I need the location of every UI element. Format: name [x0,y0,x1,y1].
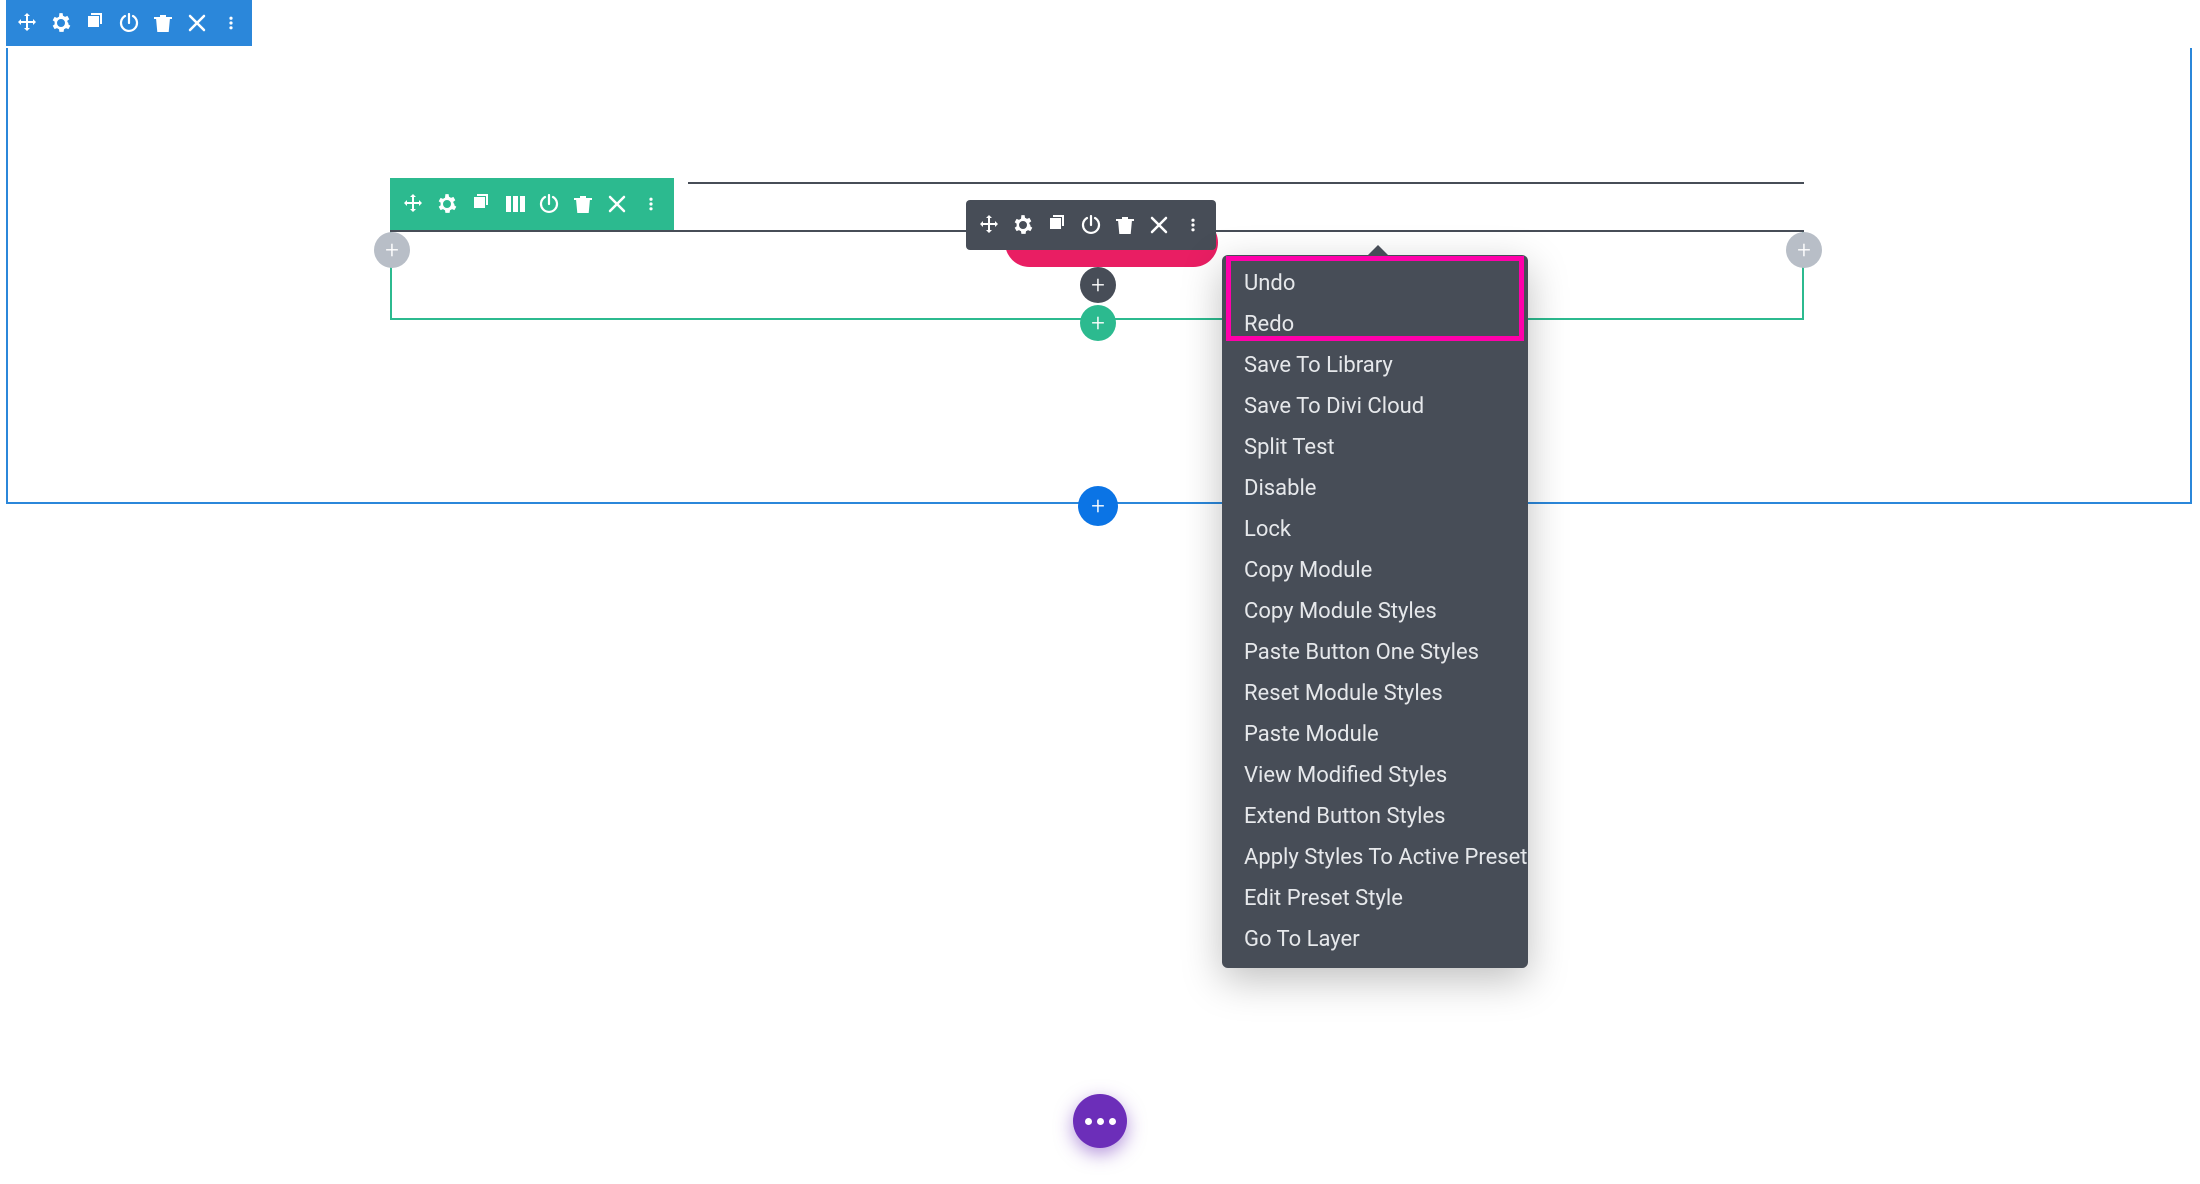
trash-icon[interactable] [148,8,178,38]
menu-item-extend-button-styles[interactable]: Extend Button Styles [1222,796,1528,837]
menu-item-apply-styles-active-preset[interactable]: Apply Styles To Active Preset [1222,837,1528,878]
power-icon[interactable] [1076,210,1106,240]
power-icon[interactable] [534,189,564,219]
add-row-button[interactable]: + [1080,305,1116,341]
menu-item-split-test[interactable]: Split Test [1222,427,1528,468]
gear-icon[interactable] [46,8,76,38]
menu-item-go-to-layer[interactable]: Go To Layer [1222,919,1528,960]
menu-item-undo[interactable]: Undo [1222,263,1528,304]
duplicate-icon[interactable] [80,8,110,38]
dots-horizontal-icon [1085,1118,1092,1125]
trash-icon[interactable] [568,189,598,219]
module-toolbar [966,200,1216,250]
duplicate-icon[interactable] [466,189,496,219]
move-icon[interactable] [974,210,1004,240]
menu-item-reset-module-styles[interactable]: Reset Module Styles [1222,673,1528,714]
more-vertical-icon[interactable] [1178,210,1208,240]
move-icon[interactable] [12,8,42,38]
plus-icon: + [1091,311,1105,335]
close-icon[interactable] [1144,210,1174,240]
move-icon[interactable] [398,189,428,219]
plus-icon: + [1797,238,1811,262]
plus-icon: + [385,238,399,262]
gear-icon[interactable] [432,189,462,219]
dots-horizontal-icon [1097,1118,1104,1125]
menu-item-paste-button-one-styles[interactable]: Paste Button One Styles [1222,632,1528,673]
add-module-button[interactable]: + [1080,267,1116,303]
plus-icon: + [1091,494,1105,518]
dots-horizontal-icon [1109,1118,1116,1125]
menu-item-disable[interactable]: Disable [1222,468,1528,509]
menu-item-save-library[interactable]: Save To Library [1222,345,1528,386]
columns-icon[interactable] [500,189,530,219]
more-vertical-icon[interactable] [636,189,666,219]
menu-item-paste-module[interactable]: Paste Module [1222,714,1528,755]
plus-icon: + [1091,273,1105,297]
module-context-menu: Undo Redo Save To Library Save To Divi C… [1222,255,1528,968]
menu-item-view-modified-styles[interactable]: View Modified Styles [1222,755,1528,796]
add-section-button[interactable]: + [1078,486,1118,526]
close-icon[interactable] [182,8,212,38]
row-border-top [688,182,1804,184]
more-vertical-icon[interactable] [216,8,246,38]
section-toolbar [6,0,252,46]
add-column-right-button[interactable]: + [1786,232,1822,268]
trash-icon[interactable] [1110,210,1140,240]
menu-item-lock[interactable]: Lock [1222,509,1528,550]
power-icon[interactable] [114,8,144,38]
duplicate-icon[interactable] [1042,210,1072,240]
gear-icon[interactable] [1008,210,1038,240]
row-toolbar [390,178,674,230]
page-settings-fab[interactable] [1073,1094,1127,1148]
menu-item-copy-module[interactable]: Copy Module [1222,550,1528,591]
menu-item-save-divi-cloud[interactable]: Save To Divi Cloud [1222,386,1528,427]
close-icon[interactable] [602,189,632,219]
menu-item-copy-module-styles[interactable]: Copy Module Styles [1222,591,1528,632]
add-column-left-button[interactable]: + [374,232,410,268]
menu-item-edit-preset-style[interactable]: Edit Preset Style [1222,878,1528,919]
menu-item-redo[interactable]: Redo [1222,304,1528,345]
